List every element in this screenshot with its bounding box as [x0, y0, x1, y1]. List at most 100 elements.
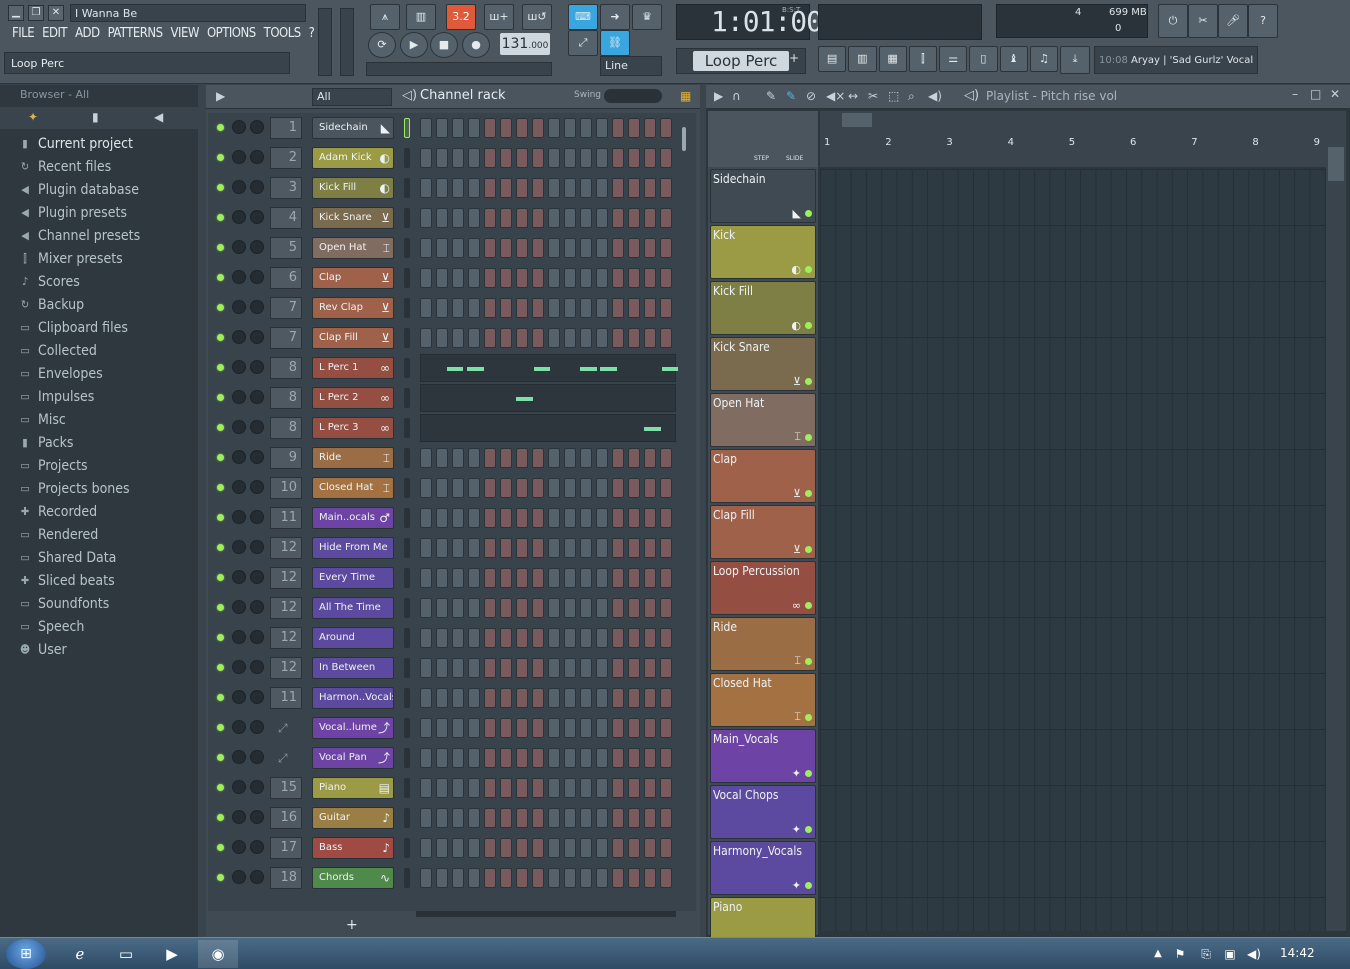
help-icon[interactable]: ? [1248, 4, 1278, 38]
step-button[interactable] [660, 478, 672, 498]
step-button[interactable] [580, 808, 592, 828]
step-button[interactable] [628, 328, 640, 348]
step-button[interactable] [660, 688, 672, 708]
step-button[interactable] [612, 298, 624, 318]
step-button[interactable] [532, 208, 544, 228]
step-button[interactable] [484, 748, 496, 768]
track-mute-led[interactable] [805, 490, 812, 497]
browser-item[interactable]: ▭ Shared Data [18, 547, 116, 569]
step-button[interactable] [532, 868, 544, 888]
channel-select[interactable] [404, 328, 410, 348]
track-mute-led[interactable] [805, 770, 812, 777]
minimize-icon[interactable]: ▁ [8, 5, 24, 21]
channel-pan-knob[interactable] [232, 150, 246, 164]
step-button[interactable] [532, 658, 544, 678]
browser-window-icon[interactable]: ▯ [969, 46, 998, 72]
step-button[interactable] [628, 568, 640, 588]
step-button[interactable] [500, 328, 512, 348]
step-button[interactable] [644, 748, 656, 768]
channel-mute-led[interactable] [217, 394, 224, 401]
channel-button[interactable]: Piano ▤ [312, 777, 394, 799]
step-button[interactable] [564, 268, 576, 288]
channel-volume-knob[interactable] [250, 480, 264, 494]
step-button[interactable] [516, 718, 528, 738]
step-button[interactable] [500, 238, 512, 258]
step-sequencer[interactable] [420, 808, 676, 828]
start-button[interactable]: ⊞ [6, 939, 46, 969]
step-sequencer[interactable] [420, 688, 676, 708]
step-button[interactable] [484, 478, 496, 498]
step-button[interactable] [660, 718, 672, 738]
menu-help[interactable]: ? [305, 26, 319, 46]
browser-item[interactable]: ↻ Recent files [18, 156, 111, 178]
browser-item[interactable]: ♪ Scores [18, 271, 80, 293]
step-button[interactable] [500, 208, 512, 228]
channel-select[interactable] [404, 748, 410, 768]
step-button[interactable] [420, 748, 432, 768]
channel-mute-led[interactable] [217, 514, 224, 521]
step-button[interactable] [596, 748, 608, 768]
step-button[interactable] [500, 838, 512, 858]
channel-button[interactable]: Open Hat ⌶ [312, 237, 394, 259]
media-player-icon[interactable]: ▶ [152, 940, 192, 968]
channel-pan-knob[interactable] [232, 270, 246, 284]
step-sequencer[interactable] [420, 568, 676, 588]
step-button[interactable] [628, 748, 640, 768]
step-edit-icon[interactable]: ш+ [484, 4, 514, 30]
step-button[interactable] [532, 448, 544, 468]
step-button[interactable] [436, 868, 448, 888]
step-button[interactable] [628, 118, 640, 138]
channel-mute-led[interactable] [217, 334, 224, 341]
step-button[interactable] [484, 868, 496, 888]
step-button[interactable] [660, 658, 672, 678]
channel-button[interactable]: L Perc 2 ∞ [312, 387, 394, 409]
add-pattern-icon[interactable]: + [789, 51, 803, 71]
step-sequencer[interactable] [420, 868, 676, 888]
step-button[interactable] [516, 568, 528, 588]
playlist-vscroll[interactable] [1326, 131, 1346, 931]
channel-button[interactable]: Every Time [312, 567, 394, 589]
step-button[interactable] [612, 118, 624, 138]
channel-pan-knob[interactable] [232, 780, 246, 794]
step-button[interactable] [596, 178, 608, 198]
track-mute-led[interactable] [805, 322, 812, 329]
channel-button[interactable]: Vocal Pan ⤴ [312, 747, 394, 769]
channel-volume-knob[interactable] [250, 210, 264, 224]
channel-pan-knob[interactable] [232, 450, 246, 464]
channel-mute-led[interactable] [217, 874, 224, 881]
step-button[interactable] [500, 688, 512, 708]
step-button[interactable] [580, 268, 592, 288]
channel-pan-knob[interactable] [232, 720, 246, 734]
step-button[interactable] [612, 178, 624, 198]
menu-add[interactable]: ADD [71, 26, 104, 46]
step-button[interactable] [516, 178, 528, 198]
master-pitch-slider[interactable] [340, 8, 354, 76]
step-button[interactable] [532, 148, 544, 168]
step-button[interactable] [596, 568, 608, 588]
step-button[interactable] [436, 208, 448, 228]
step-button[interactable] [484, 718, 496, 738]
step-button[interactable] [500, 538, 512, 558]
playlist-track-header[interactable]: Open Hat ⌶ [710, 393, 816, 447]
channel-select[interactable] [404, 688, 410, 708]
step-button[interactable] [564, 868, 576, 888]
step-button[interactable] [612, 868, 624, 888]
step-button[interactable] [548, 178, 560, 198]
snap-select[interactable]: Line [600, 56, 662, 76]
step-button[interactable] [564, 538, 576, 558]
channel-pan-knob[interactable] [232, 870, 246, 884]
step-button[interactable] [644, 178, 656, 198]
step-button[interactable] [420, 808, 432, 828]
step-button[interactable] [500, 868, 512, 888]
channel-select[interactable] [404, 268, 410, 288]
browser-item[interactable]: ✚ Recorded [18, 501, 97, 523]
step-button[interactable] [532, 268, 544, 288]
playlist-grid[interactable] [820, 169, 1326, 931]
step-button[interactable] [660, 298, 672, 318]
step-button[interactable] [660, 148, 672, 168]
channel-select[interactable] [404, 478, 410, 498]
channel-mixer-track[interactable]: 4 [270, 207, 302, 229]
step-button[interactable] [580, 778, 592, 798]
tempo-tapper-icon[interactable]: ♫ [1029, 46, 1058, 72]
playlist-window-icon[interactable]: ▤ [818, 46, 847, 72]
